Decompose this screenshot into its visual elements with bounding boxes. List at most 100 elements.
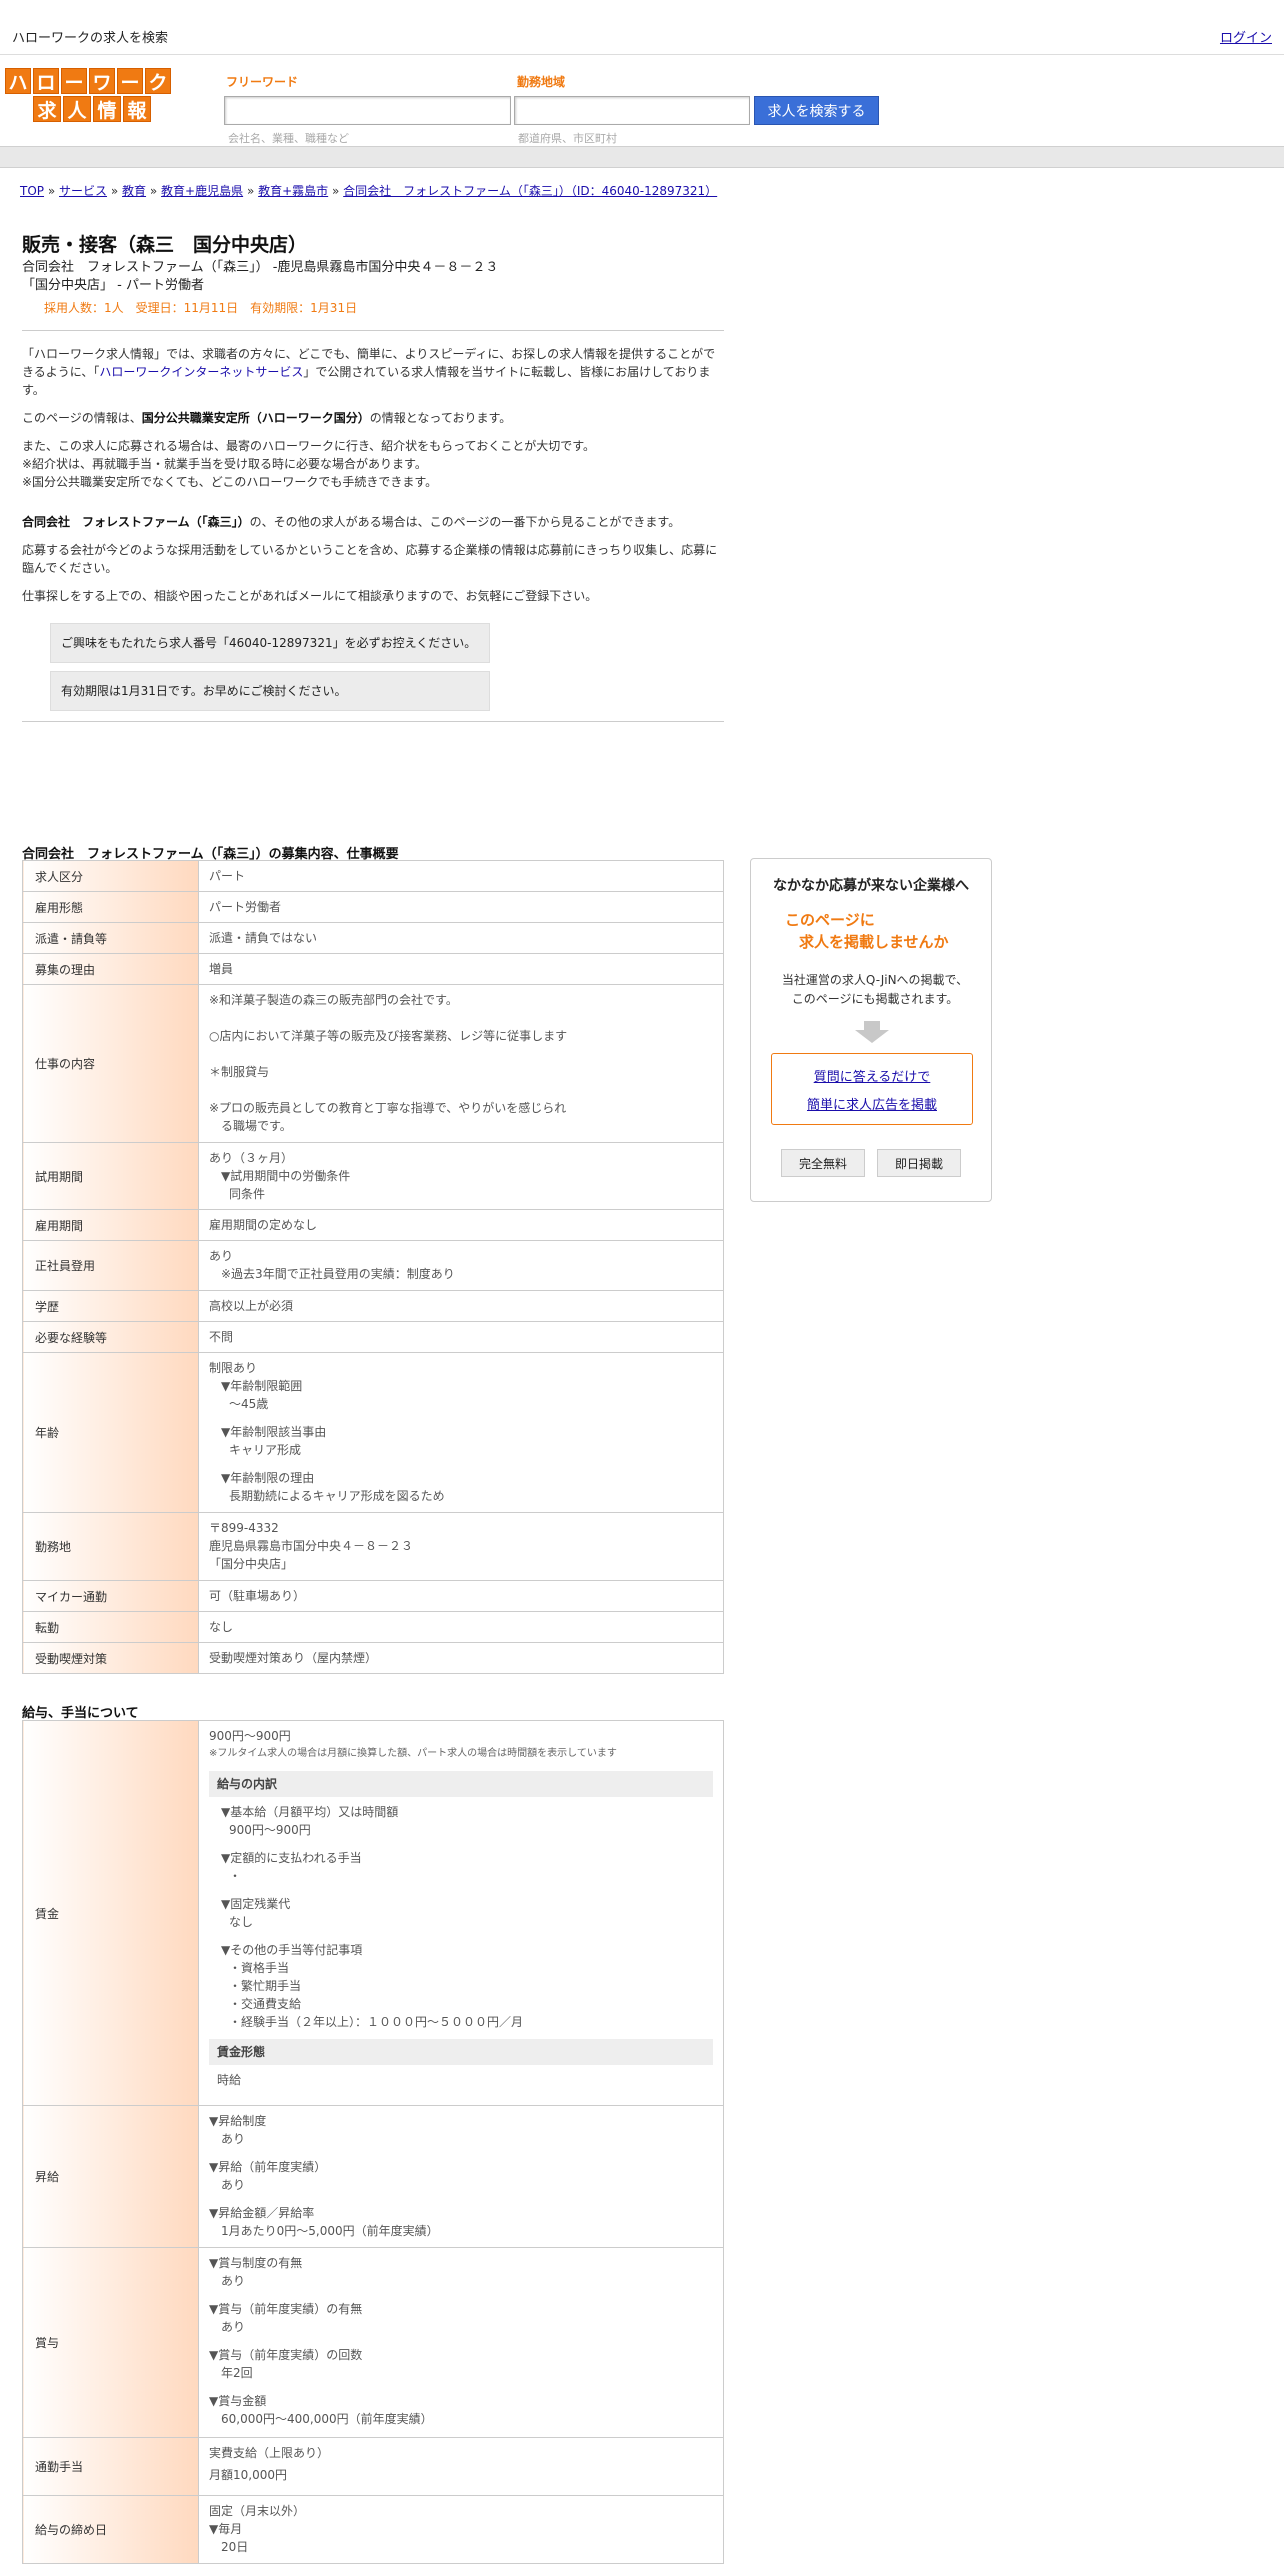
free-badge-button[interactable]: 完全無料 xyxy=(781,1149,865,1177)
breadcrumb: TOP » サービス » 教育 » 教育+鹿児島県 » 教育+霧島市 » 合同会… xyxy=(20,182,717,199)
keyword-hint: 会社名、業種、職種など xyxy=(228,132,349,145)
promo-headline: このページに 求人を掲載しませんか xyxy=(785,911,949,951)
row-value: 実費支給（上限あり） 月額10,000円 xyxy=(198,2437,724,2496)
row-label: 給与の締め日 xyxy=(22,2495,199,2564)
breadcrumb-education-kagoshima[interactable]: 教育+鹿児島県 xyxy=(161,184,243,198)
row-label: 募集の理由 xyxy=(22,953,199,985)
row-label: 勤務地 xyxy=(22,1512,199,1581)
breadcrumb-service[interactable]: サービス xyxy=(59,184,107,198)
logo-char: 報 xyxy=(123,96,151,122)
breadcrumb-separator: » xyxy=(332,184,340,198)
row-value: あり ※過去3年間で正社員登用の実績：制度あり xyxy=(198,1240,724,1291)
wage-type-heading: 賃金形態 xyxy=(209,2039,713,2065)
table-row: 受動喫煙対策 受動喫煙対策あり（屋内禁煙） xyxy=(22,1642,724,1674)
row-label: 雇用期間 xyxy=(22,1209,199,1241)
breadcrumb-separator: » xyxy=(149,184,158,198)
table-row: 雇用形態 パート労働者 xyxy=(22,891,724,923)
row-value: 雇用期間の定めなし xyxy=(198,1209,724,1241)
row-value: ▼昇給制度 あり ▼昇給（前年度実績） あり ▼昇給金額／昇給率 1月あたり0円… xyxy=(198,2105,724,2248)
row-label: 学歴 xyxy=(22,1290,199,1322)
top-bar: ハローワークの求人を検索 ログイン xyxy=(0,0,1284,55)
breadcrumb-separator: » xyxy=(47,184,56,198)
row-label: 求人区分 xyxy=(22,860,199,892)
intro-paragraph: 仕事探しをする上での、相談や困ったことがあればメールにて相談承りますので、お気軽… xyxy=(22,589,598,603)
row-value: 制限あり ▼年齢制限範囲 〜45歳 ▼年齢制限該当事由 キャリア形成 ▼年齢制限… xyxy=(198,1352,724,1513)
table-row: 必要な経験等 不問 xyxy=(22,1321,724,1353)
row-label: 雇用形態 xyxy=(22,891,199,923)
promo-link-answer[interactable]: 質問に答えるだけで xyxy=(814,1070,931,1085)
hellowork-logo[interactable]: ハ ロ ー ワ ー ク 求 人 情 報 xyxy=(5,68,180,126)
breadcrumb-company[interactable]: 合同会社 フォレストファーム（「森三」）（ID：46040-12897321） xyxy=(343,184,717,198)
table-row: 募集の理由 増員 xyxy=(22,953,724,985)
area-hint: 都道府県、市区町村 xyxy=(518,132,617,145)
keyword-label: フリーワード xyxy=(226,75,299,89)
promo-description: 当社運営の求人Q-JiNへの掲載で、 このページにも掲載されます。 xyxy=(781,973,969,1006)
search-header: ハ ロ ー ワ ー ク 求 人 情 報 フリーワード 会社名、業種、職種など 勤… xyxy=(0,56,1284,146)
row-label: 仕事の内容 xyxy=(22,984,199,1143)
job-title: 販売・接客（森三 国分中央店） xyxy=(22,234,308,256)
breadcrumb-separator: » xyxy=(110,184,119,198)
row-value: 高校以上が必須 xyxy=(198,1290,724,1322)
keyword-input[interactable] xyxy=(224,96,511,125)
main-content: 販売・接客（森三 国分中央店） 合同会社 フォレストファーム（「森三」） -鹿児… xyxy=(22,230,724,736)
table-row: 賞与 ▼賞与制度の有無 あり ▼賞与（前年度実績）の有無 あり ▼賞与（前年度実… xyxy=(22,2247,724,2438)
logo-char: 求 xyxy=(33,96,61,122)
salary-table: 賃金 900円〜900円 ※フルタイム求人の場合は月額に換算した額、パート求人の… xyxy=(22,1720,724,2564)
row-value: 不問 xyxy=(198,1321,724,1353)
row-label: 受動喫煙対策 xyxy=(22,1642,199,1674)
row-value: 〒899-4332 鹿児島県霧島市国分中央４－８－２３ 「国分中央店」 xyxy=(198,1512,724,1581)
salary-section-title: 給与、手当について xyxy=(22,1706,139,1721)
intro-text: 「ハローワーク求人情報」では、求職者の方々に、どこでも、簡単に、よりスピーディに… xyxy=(22,345,724,605)
row-value: パート労働者 xyxy=(198,891,724,923)
breadcrumb-education[interactable]: 教育 xyxy=(122,184,146,198)
intro-paragraph: 応募する会社が今どのような採用活動をしているかということを含め、応募する企業様の… xyxy=(22,543,718,575)
table-row: 昇給 ▼昇給制度 あり ▼昇給（前年度実績） あり ▼昇給金額／昇給率 1月あた… xyxy=(22,2105,724,2248)
hellowork-internet-link[interactable]: ハローワークインターネットサービス xyxy=(99,365,303,379)
table-row: 正社員登用 あり ※過去3年間で正社員登用の実績：制度あり xyxy=(22,1240,724,1291)
row-value: 増員 xyxy=(198,953,724,985)
row-label: 派遣・請負等 xyxy=(22,922,199,954)
breadcrumb-education-kirishima[interactable]: 教育+霧島市 xyxy=(258,184,328,198)
header-divider-band xyxy=(0,146,1284,168)
row-value: 派遣・請負ではない xyxy=(198,922,724,954)
row-value: 900円〜900円 ※フルタイム求人の場合は月額に換算した額、パート求人の場合は… xyxy=(198,1720,724,2106)
wage-breakdown-heading: 給与の内訳 xyxy=(209,1771,713,1797)
row-label: 昇給 xyxy=(22,2105,199,2248)
area-input[interactable] xyxy=(514,96,750,125)
promo-link-box: 質問に答えるだけで 簡単に求人広告を掲載 xyxy=(771,1053,973,1125)
row-value: なし xyxy=(198,1611,724,1643)
row-label: 正社員登用 xyxy=(22,1240,199,1291)
row-value: パート xyxy=(198,860,724,892)
search-button[interactable]: 求人を検索する xyxy=(754,96,879,125)
intro-paragraph: このページの情報は、国分公共職業安定所（ハローワーク国分）の情報となっております… xyxy=(22,411,512,425)
advertiser-promo-box: なかなか応募が来ない企業様へ このページに 求人を掲載しませんか 当社運営の求人… xyxy=(750,858,992,1202)
logo-char: ー xyxy=(61,68,87,94)
logo-char: ハ xyxy=(5,68,31,94)
company-address-line: 合同会社 フォレストファーム（「森三」） -鹿児島県霧島市国分中央４－８－２３ xyxy=(22,260,499,275)
table-row: 派遣・請負等 派遣・請負ではない xyxy=(22,922,724,954)
breadcrumb-top[interactable]: TOP xyxy=(20,184,44,198)
row-label: 年齢 xyxy=(22,1352,199,1513)
job-meta: 採用人数：1人 受理日：11月11日 有効期限：1月31日 xyxy=(44,301,358,315)
table-row: 雇用期間 雇用期間の定めなし xyxy=(22,1209,724,1241)
row-value: ※和洋菓子製造の森三の販売部門の会社です。 ○店内において洋菓子等の販売及び接客… xyxy=(198,984,724,1143)
table-row: 給与の締め日 固定（月末以外） ▼毎月 20日 xyxy=(22,2495,724,2564)
row-label: 通勤手当 xyxy=(22,2437,199,2496)
table-row: 勤務地 〒899-4332 鹿児島県霧島市国分中央４－８－２３ 「国分中央店」 xyxy=(22,1512,724,1581)
site-title: ハローワークの求人を検索 xyxy=(12,31,169,46)
login-link[interactable]: ログイン xyxy=(1220,27,1272,46)
same-day-badge-button[interactable]: 即日掲載 xyxy=(877,1149,961,1177)
row-label: 試用期間 xyxy=(22,1142,199,1210)
table-row: 試用期間 あり（３ヶ月） ▼試用期間中の労働条件 同条件 xyxy=(22,1142,724,1210)
table-row: 賃金 900円〜900円 ※フルタイム求人の場合は月額に換算した額、パート求人の… xyxy=(22,1720,724,2106)
logo-char: ワ xyxy=(89,68,115,94)
table-row: 求人区分 パート xyxy=(22,860,724,892)
promo-title: なかなか応募が来ない企業様へ xyxy=(773,878,969,894)
table-row: 年齢 制限あり ▼年齢制限範囲 〜45歳 ▼年齢制限該当事由 キャリア形成 ▼年… xyxy=(22,1352,724,1513)
row-value: 固定（月末以外） ▼毎月 20日 xyxy=(198,2495,724,2564)
table-row: マイカー通勤 可（駐車場あり） xyxy=(22,1580,724,1612)
logo-char: 情 xyxy=(93,96,121,122)
promo-link-post[interactable]: 簡単に求人広告を掲載 xyxy=(807,1098,937,1113)
row-label: 転勤 xyxy=(22,1611,199,1643)
logo-char: ロ xyxy=(33,68,59,94)
